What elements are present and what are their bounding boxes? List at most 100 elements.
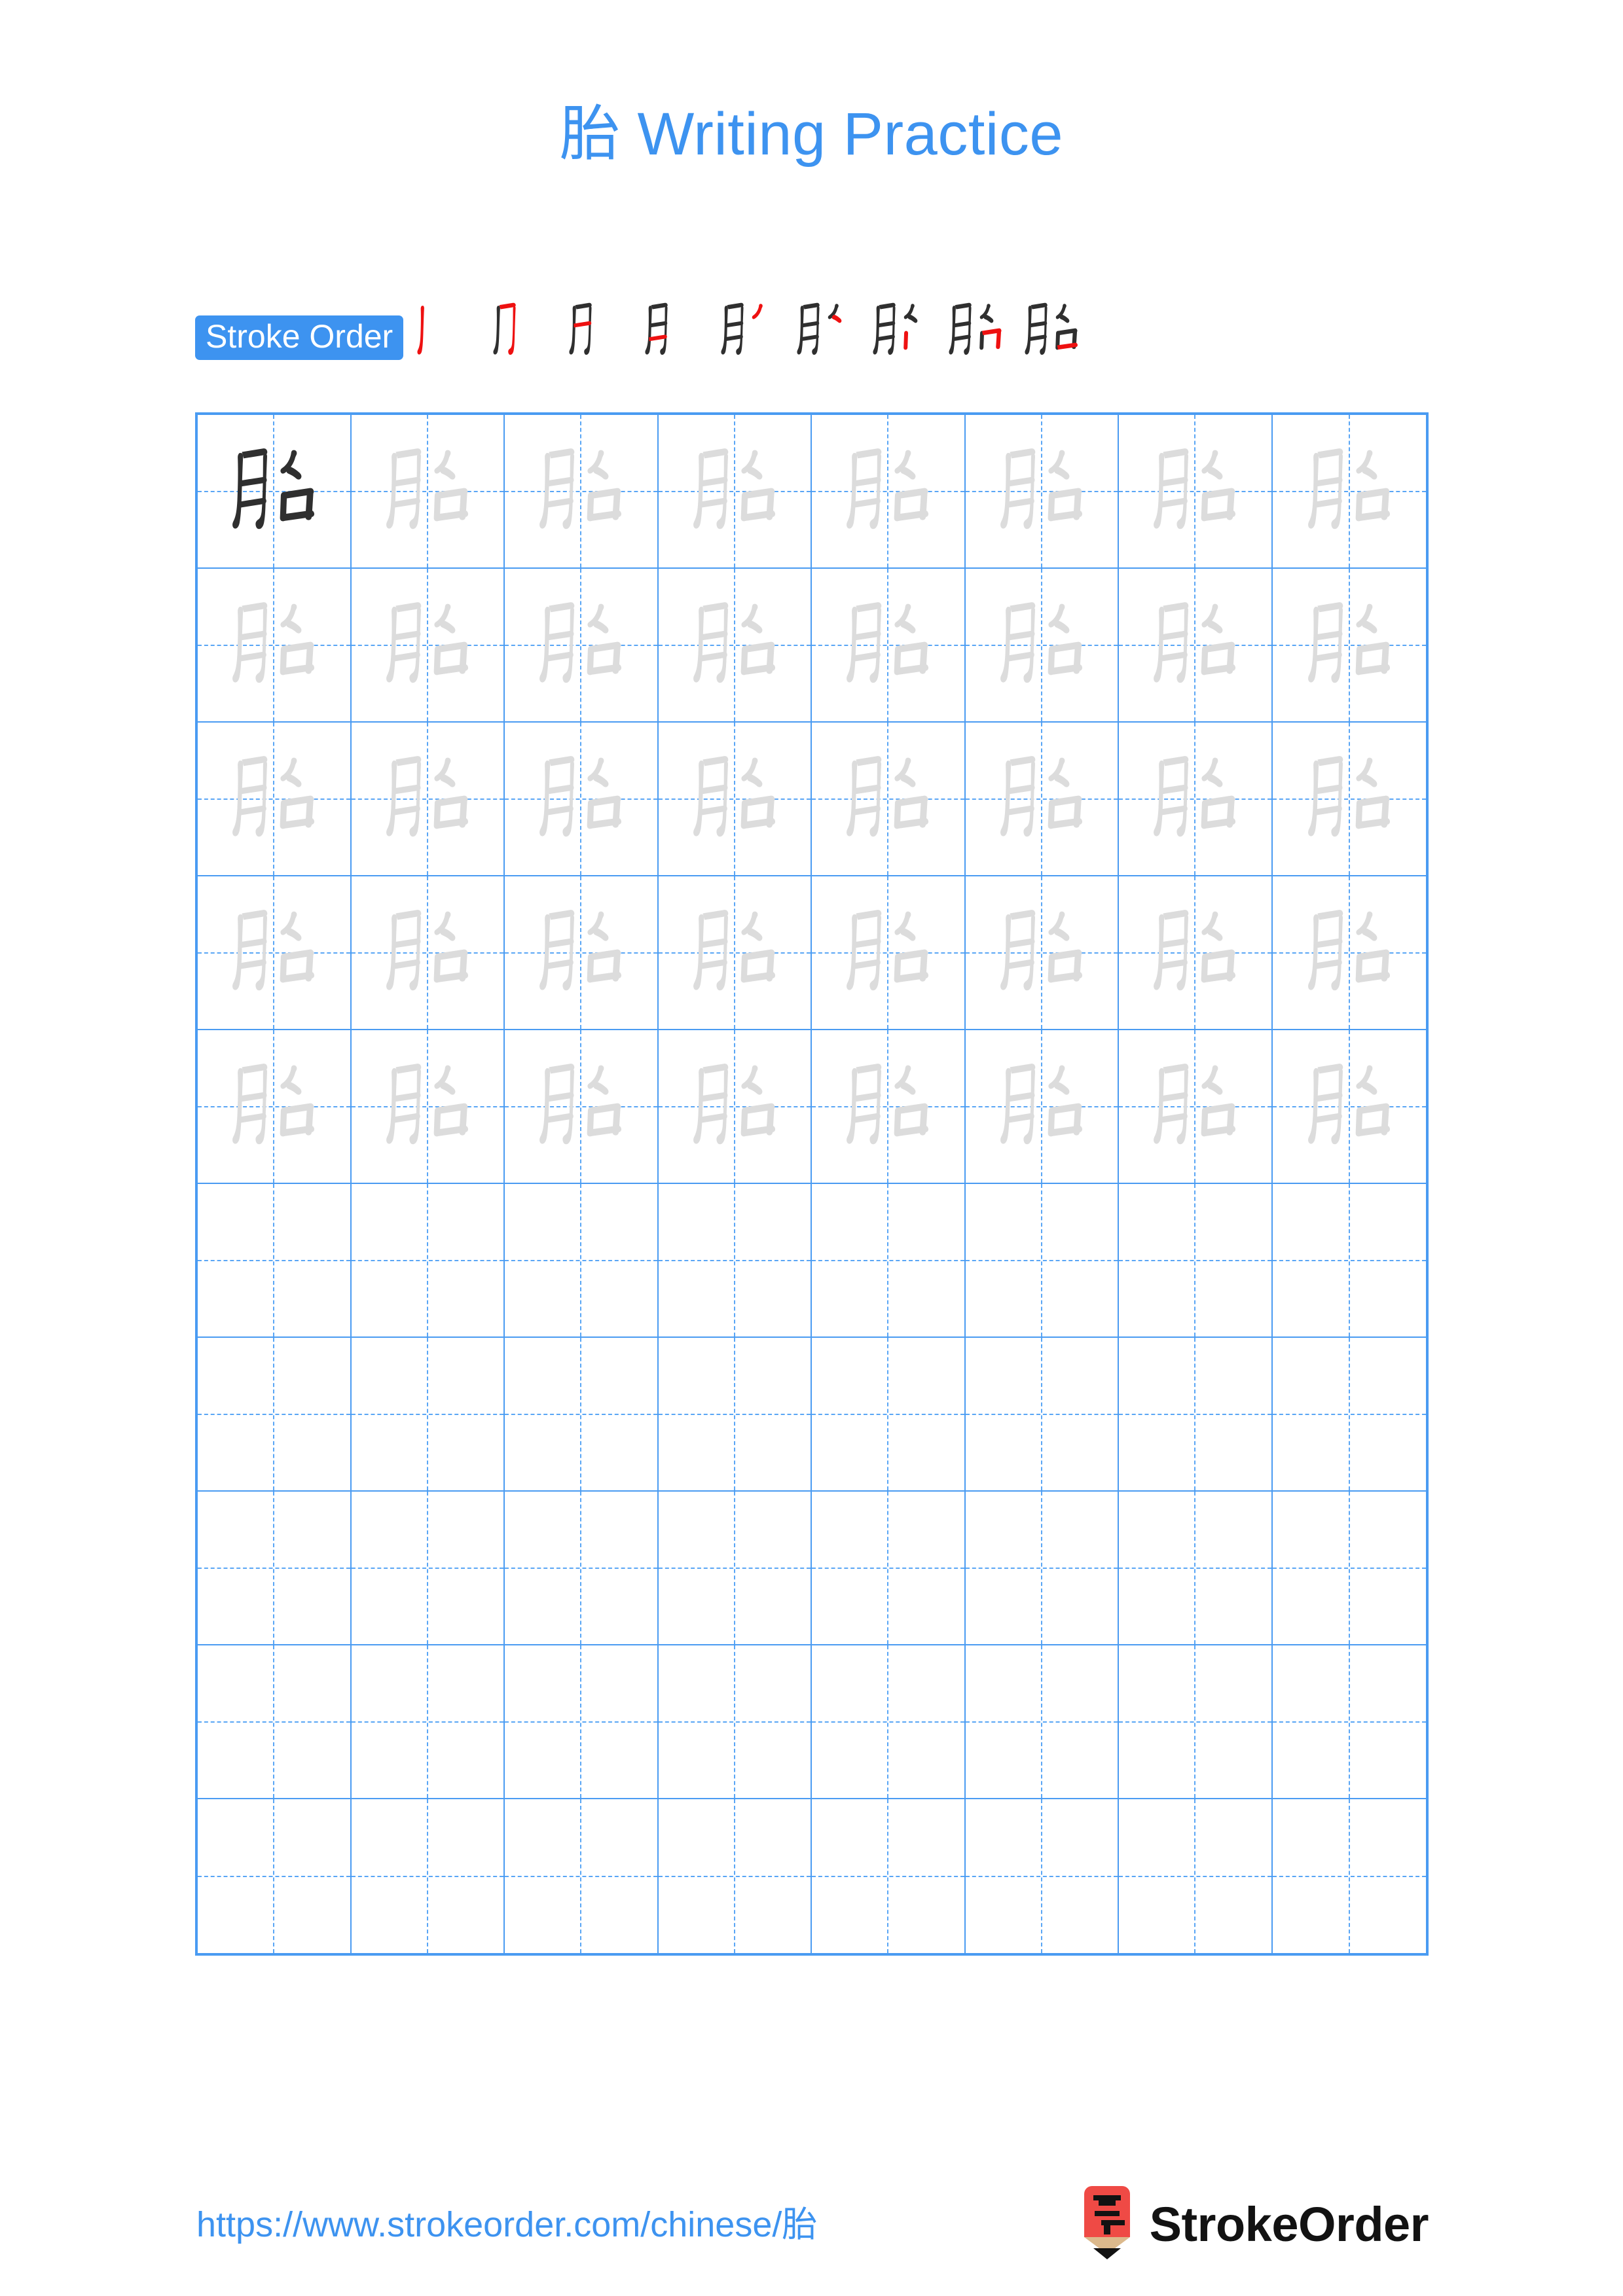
practice-cell-r10-c6[interactable] (966, 1799, 1119, 1953)
practice-cell-r3-c3[interactable] (505, 723, 659, 876)
practice-cell-r7-c7[interactable] (1119, 1338, 1273, 1492)
practice-cell-r3-c4[interactable] (658, 723, 812, 876)
stroke-order-badge: Stroke Order (195, 315, 404, 361)
practice-cell-r9-c2[interactable] (351, 1645, 505, 1799)
practice-cell-r1-c3[interactable] (505, 415, 659, 569)
practice-cell-r4-c3[interactable] (505, 876, 659, 1030)
practice-cell-r9-c8[interactable] (1272, 1645, 1426, 1799)
practice-grid (195, 412, 1429, 1956)
practice-cell-r6-c4[interactable] (658, 1184, 812, 1338)
practice-cell-r5-c3[interactable] (505, 1030, 659, 1184)
practice-cell-r2-c2[interactable] (351, 569, 505, 723)
practice-cell-r8-c1[interactable] (198, 1492, 352, 1645)
practice-cell-r10-c2[interactable] (352, 1799, 505, 1953)
practice-cell-r4-c7[interactable] (1119, 876, 1273, 1030)
practice-cell-r2-c6[interactable] (965, 569, 1119, 723)
practice-cell-r10-c1[interactable] (198, 1799, 352, 1953)
practice-cell-r1-c7[interactable] (1119, 415, 1273, 569)
practice-cell-r6-c3[interactable] (505, 1184, 659, 1338)
practice-cell-r7-c2[interactable] (351, 1338, 505, 1492)
practice-cell-r8-c5[interactable] (812, 1492, 966, 1645)
practice-cell-r8-c8[interactable] (1272, 1492, 1426, 1645)
practice-cell-r2-c4[interactable] (658, 569, 812, 723)
practice-cell-r5-c1[interactable] (198, 1030, 352, 1184)
practice-cell-r1-c1[interactable] (198, 415, 352, 569)
practice-cell-r3-c7[interactable] (1119, 723, 1273, 876)
practice-cell-r8-c4[interactable] (658, 1492, 812, 1645)
page-title: 胎 Writing Practice (0, 98, 1623, 170)
practice-cell-r6-c2[interactable] (351, 1184, 505, 1338)
practice-cell-r4-c5[interactable] (812, 876, 966, 1030)
practice-cell-r7-c1[interactable] (198, 1338, 352, 1492)
practice-cell-r3-c8[interactable] (1272, 723, 1426, 876)
practice-cell-r4-c4[interactable] (658, 876, 812, 1030)
practice-cell-r6-c6[interactable] (965, 1184, 1119, 1338)
practice-cell-r1-c2[interactable] (351, 415, 505, 569)
practice-cell-r4-c1[interactable] (198, 876, 352, 1030)
practice-cell-r1-c4[interactable] (658, 415, 812, 569)
practice-cell-r7-c5[interactable] (812, 1338, 966, 1492)
practice-cell-r9-c4[interactable] (658, 1645, 812, 1799)
practice-cell-r3-c1[interactable] (198, 723, 352, 876)
practice-cell-r7-c8[interactable] (1272, 1338, 1426, 1492)
page-title-text: Writing Practice (620, 101, 1064, 168)
practice-cell-r3-c5[interactable] (812, 723, 966, 876)
practice-cell-r9-c5[interactable] (812, 1645, 966, 1799)
practice-cell-r6-c7[interactable] (1119, 1184, 1273, 1338)
practice-cell-r9-c1[interactable] (198, 1645, 352, 1799)
trace-character-glyph (966, 876, 1118, 1029)
trace-character-glyph (812, 569, 964, 721)
trace-character-glyph (812, 1030, 964, 1183)
practice-cell-r9-c3[interactable] (505, 1645, 659, 1799)
trace-character-glyph (1119, 1030, 1271, 1183)
practice-cell-r6-c5[interactable] (812, 1184, 966, 1338)
practice-cell-r5-c7[interactable] (1119, 1030, 1273, 1184)
footer-url-link[interactable]: https://www.strokeorder.com/chinese/胎 (196, 2195, 817, 2247)
stroke-order-step-4 (634, 300, 710, 376)
practice-cell-r2-c7[interactable] (1119, 569, 1273, 723)
practice-cell-r5-c8[interactable] (1272, 1030, 1426, 1184)
trace-character-glyph (505, 415, 657, 567)
practice-cell-r2-c3[interactable] (505, 569, 659, 723)
practice-cell-r5-c2[interactable] (351, 1030, 505, 1184)
trace-character-glyph (812, 723, 964, 875)
practice-cell-r3-c6[interactable] (965, 723, 1119, 876)
stroke-order-step-8 (938, 300, 1013, 376)
practice-cell-r8-c7[interactable] (1119, 1492, 1273, 1645)
practice-cell-r10-c4[interactable] (659, 1799, 812, 1953)
practice-cell-r2-c1[interactable] (198, 569, 352, 723)
practice-cell-r8-c2[interactable] (351, 1492, 505, 1645)
practice-cell-r9-c7[interactable] (1119, 1645, 1273, 1799)
practice-cell-r4-c8[interactable] (1272, 876, 1426, 1030)
practice-cell-r1-c6[interactable] (965, 415, 1119, 569)
practice-cell-r5-c6[interactable] (965, 1030, 1119, 1184)
practice-cell-r2-c5[interactable] (812, 569, 966, 723)
practice-cell-r4-c2[interactable] (351, 876, 505, 1030)
practice-cell-r10-c7[interactable] (1119, 1799, 1273, 1953)
practice-cell-r2-c8[interactable] (1272, 569, 1426, 723)
practice-cell-r6-c1[interactable] (198, 1184, 352, 1338)
stroke-order-step-glyph (949, 302, 1002, 355)
practice-cell-r5-c4[interactable] (658, 1030, 812, 1184)
trace-character-glyph (198, 1030, 350, 1183)
site-logo[interactable]: StrokeOrder (1079, 2186, 1429, 2263)
practice-cell-r8-c3[interactable] (505, 1492, 659, 1645)
stroke-order-step-2 (482, 300, 558, 376)
practice-cell-r9-c6[interactable] (965, 1645, 1119, 1799)
practice-cell-r7-c3[interactable] (505, 1338, 659, 1492)
trace-character-glyph (198, 723, 350, 875)
practice-cell-r1-c5[interactable] (812, 415, 966, 569)
practice-cell-r10-c3[interactable] (505, 1799, 659, 1953)
practice-cell-r6-c8[interactable] (1272, 1184, 1426, 1338)
practice-cell-r8-c6[interactable] (965, 1492, 1119, 1645)
practice-cell-r1-c8[interactable] (1272, 415, 1426, 569)
practice-cell-r10-c5[interactable] (812, 1799, 966, 1953)
practice-cell-r4-c6[interactable] (965, 876, 1119, 1030)
practice-cell-r5-c5[interactable] (812, 1030, 966, 1184)
practice-cell-r7-c6[interactable] (965, 1338, 1119, 1492)
practice-cell-r7-c4[interactable] (658, 1338, 812, 1492)
practice-cell-r10-c8[interactable] (1273, 1799, 1427, 1953)
trace-character-glyph (352, 1030, 504, 1183)
trace-character-glyph (659, 876, 811, 1029)
practice-cell-r3-c2[interactable] (351, 723, 505, 876)
